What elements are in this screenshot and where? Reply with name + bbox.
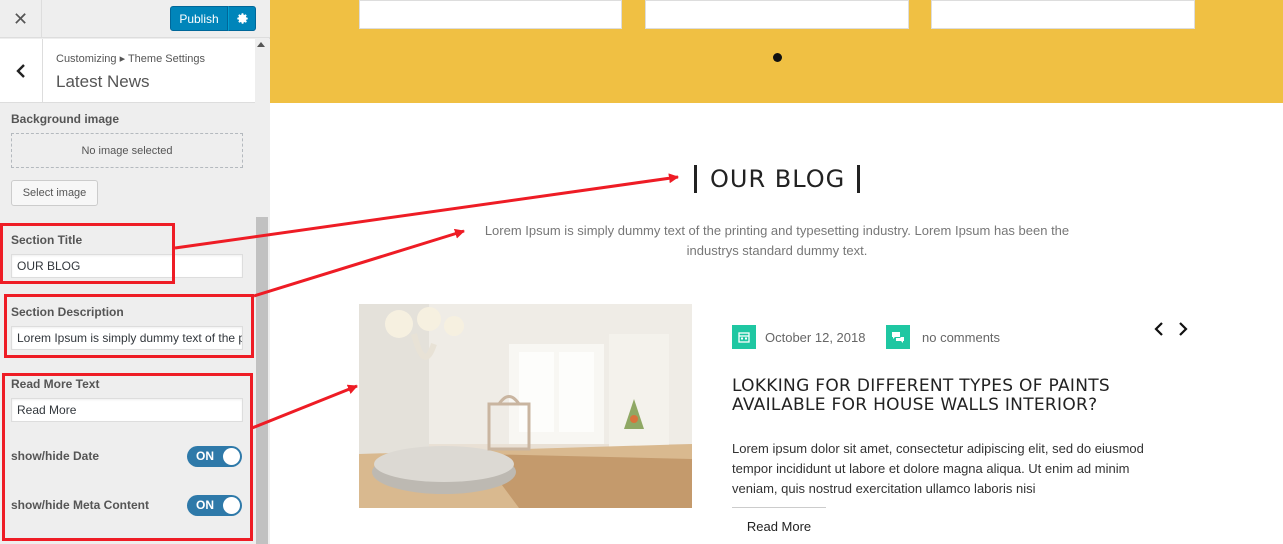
slider-pagination-dot[interactable] xyxy=(773,53,782,62)
read-more-button[interactable]: Read More xyxy=(732,507,826,544)
slider-card xyxy=(645,0,909,29)
publish-settings-button[interactable] xyxy=(228,6,256,31)
breadcrumb: Customizing ▸ Theme Settings xyxy=(56,53,205,65)
back-button[interactable] xyxy=(0,39,43,103)
annotation-box-description xyxy=(4,294,254,358)
scroll-up-arrow-icon[interactable] xyxy=(257,42,265,47)
scrollbar-thumb[interactable] xyxy=(256,217,268,544)
chevron-left-icon xyxy=(16,64,25,78)
blog-title: OUR BLOG xyxy=(710,165,846,193)
blog-description: Lorem Ipsum is simply dummy text of the … xyxy=(484,223,1070,258)
blog-heading: OUR BLOG xyxy=(694,164,861,194)
arrow-to-blog-description xyxy=(253,228,465,298)
select-image-button[interactable]: Select image xyxy=(11,180,98,206)
annotation-box-title xyxy=(0,223,175,284)
post-date: October 12, 2018 xyxy=(765,330,866,345)
panel-title: Latest News xyxy=(56,72,150,91)
post-excerpt: Lorem ipsum dolor sit amet, consectetur … xyxy=(732,441,1144,496)
slider-card xyxy=(931,0,1195,29)
post-comments: no comments xyxy=(922,330,1001,345)
publish-button[interactable]: Publish xyxy=(170,6,228,31)
post-image[interactable] xyxy=(359,304,692,508)
background-image-label: Background image xyxy=(11,112,120,126)
chevron-left-icon xyxy=(1154,322,1163,336)
slider-card xyxy=(359,0,622,29)
close-customizer-button[interactable]: ✕ xyxy=(0,0,42,38)
section-header: Customizing ▸ Theme Settings Latest News xyxy=(0,39,255,103)
calendar-icon xyxy=(732,325,756,349)
customizer-header: ✕ Publish xyxy=(0,0,270,38)
scrollbar[interactable] xyxy=(255,39,270,544)
gear-icon xyxy=(236,13,248,24)
prev-post-button[interactable] xyxy=(1152,320,1166,338)
post-title[interactable]: LOKKING FOR DIFFERENT TYPES OF PAINTS AV… xyxy=(732,377,1192,415)
annotation-box-read-more xyxy=(2,373,253,541)
title-bar-right xyxy=(857,165,861,193)
comments-icon xyxy=(886,325,910,349)
next-post-button[interactable] xyxy=(1176,320,1190,338)
chevron-right-icon xyxy=(1179,322,1188,336)
background-image-placeholder: No image selected xyxy=(11,133,243,168)
room-interior-illustration xyxy=(359,304,692,508)
